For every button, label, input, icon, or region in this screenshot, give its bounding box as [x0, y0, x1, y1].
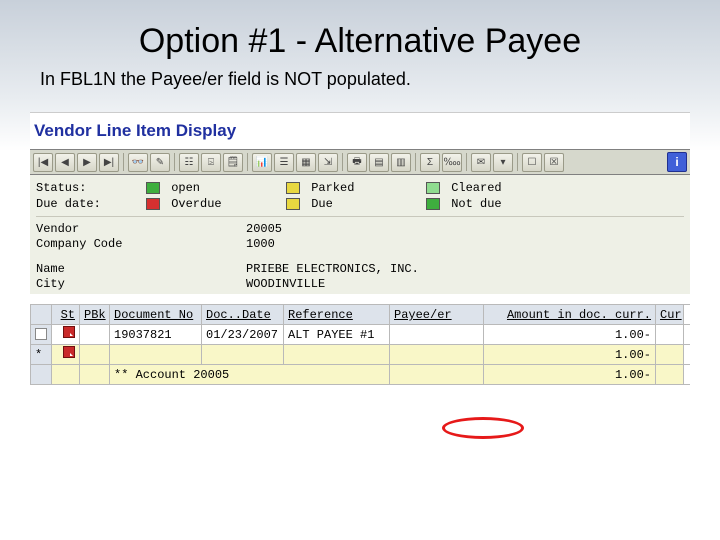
cleared-icon [426, 182, 440, 194]
line-item-grid: St PBk Document No Doc..Date Reference P… [30, 304, 690, 385]
sum-icon[interactable]: Σ [420, 153, 440, 172]
toolbar-separator [466, 153, 467, 171]
row-checkbox[interactable] [35, 328, 47, 340]
sap-screen: Vendor Line Item Display |◀ ◀ ▶ ▶| 👓 ✎ ☷… [30, 112, 690, 294]
vendor-label: Vendor [36, 222, 246, 236]
col-document-no[interactable]: Document No [110, 305, 202, 324]
account-total-label: ** Account 20005 [110, 365, 390, 384]
toolbar-separator [247, 153, 248, 171]
status-parked: Parked [311, 181, 354, 195]
toolbar: |◀ ◀ ▶ ▶| 👓 ✎ ☷ ⍄ 🗒 📊 ☰ ▦ ⇲ 🖶 ▤ ▥ Σ ‱ ✉ … [30, 149, 690, 175]
highlight-circle [442, 417, 524, 439]
export-icon[interactable]: ⇲ [318, 153, 338, 172]
subtotal-row: * 1.00- [30, 345, 690, 365]
name-value: PRIEBE ELECTRONICS, INC. [246, 262, 419, 276]
info-icon[interactable]: i [667, 152, 687, 172]
due-icon [286, 198, 300, 210]
company-code-value: 1000 [246, 237, 275, 251]
status-cleared: Cleared [451, 181, 501, 195]
note-icon[interactable]: 🗒 [223, 153, 243, 172]
glasses-icon[interactable]: 👓 [128, 153, 148, 172]
toolbar-separator [342, 153, 343, 171]
col-status[interactable]: St [52, 305, 80, 324]
subtotal-star: * [30, 345, 52, 364]
open-icon [146, 182, 160, 194]
col-reference[interactable]: Reference [284, 305, 390, 324]
print-icon[interactable]: 🖶 [347, 153, 367, 172]
col-pbk[interactable]: PBk [80, 305, 110, 324]
sort-icon[interactable]: ☰ [274, 153, 294, 172]
overdue-icon [146, 198, 160, 210]
toolbar-separator [123, 153, 124, 171]
mail-icon[interactable]: ✉ [471, 153, 491, 172]
slide-subtitle: In FBL1N the Payee/er field is NOT popul… [0, 67, 720, 106]
cell-payee [390, 325, 484, 344]
account-total-row: ** Account 20005 1.00- [30, 365, 690, 385]
city-value: WOODINVILLE [246, 277, 325, 291]
company-code-label: Company Code [36, 237, 246, 251]
last-page-button[interactable]: ▶| [99, 153, 119, 172]
col-select [30, 305, 52, 324]
col-currency[interactable]: Cur [656, 305, 684, 324]
table-row[interactable]: 19037821 01/23/2007 ALT PAYEE #1 1.00- [30, 325, 690, 345]
toolbar-separator [517, 153, 518, 171]
screen-title: Vendor Line Item Display [30, 113, 690, 149]
deselect-all-icon[interactable]: ☒ [544, 153, 564, 172]
status-label: Status: [36, 181, 146, 195]
account-total-amount: 1.00- [484, 365, 656, 384]
vendor-value: 20005 [246, 222, 282, 236]
cell-currency [656, 325, 684, 344]
cell-doc-date: 01/23/2007 [202, 325, 284, 344]
filter-icon[interactable]: ⍄ [201, 153, 221, 172]
status-dot-icon [63, 326, 75, 338]
edit-icon[interactable]: ✎ [150, 153, 170, 172]
cell-pbk [80, 325, 110, 344]
col-doc-date[interactable]: Doc..Date [202, 305, 284, 324]
duedate-label: Due date: [36, 197, 146, 211]
select-all-icon[interactable]: ☐ [522, 153, 542, 172]
name-label: Name [36, 262, 246, 276]
toolbar-separator [415, 153, 416, 171]
col-amount[interactable]: Amount in doc. curr. [484, 305, 656, 324]
status-panel: Status: open Parked Cleared Due date: Ov… [30, 175, 690, 294]
status-open: open [171, 181, 200, 195]
status-notdue: Not due [451, 197, 501, 211]
subtotal-icon[interactable]: ‱ [442, 153, 462, 172]
prev-page-button[interactable]: ◀ [55, 153, 75, 172]
layout2-icon[interactable]: ▥ [391, 153, 411, 172]
toolbar-separator [174, 153, 175, 171]
status-due: Due [311, 197, 333, 211]
parked-icon [286, 182, 300, 194]
calc-icon[interactable]: ▦ [296, 153, 316, 172]
status-dot-icon [63, 346, 75, 358]
grid-header-row: St PBk Document No Doc..Date Reference P… [30, 305, 690, 325]
cell-reference: ALT PAYEE #1 [284, 325, 390, 344]
next-page-button[interactable]: ▶ [77, 153, 97, 172]
first-page-button[interactable]: |◀ [33, 153, 53, 172]
city-label: City [36, 277, 246, 291]
more-icon[interactable]: ▾ [493, 153, 513, 172]
slide-title: Option #1 - Alternative Payee [0, 0, 720, 67]
chart-icon[interactable]: 📊 [252, 153, 272, 172]
group-icon[interactable]: ☷ [179, 153, 199, 172]
cell-document-no: 19037821 [110, 325, 202, 344]
cell-amount: 1.00- [484, 325, 656, 344]
notdue-icon [426, 198, 440, 210]
col-payee[interactable]: Payee/er [390, 305, 484, 324]
subtotal-amount: 1.00- [484, 345, 656, 364]
divider [36, 216, 684, 217]
status-overdue: Overdue [171, 197, 221, 211]
layout-icon[interactable]: ▤ [369, 153, 389, 172]
